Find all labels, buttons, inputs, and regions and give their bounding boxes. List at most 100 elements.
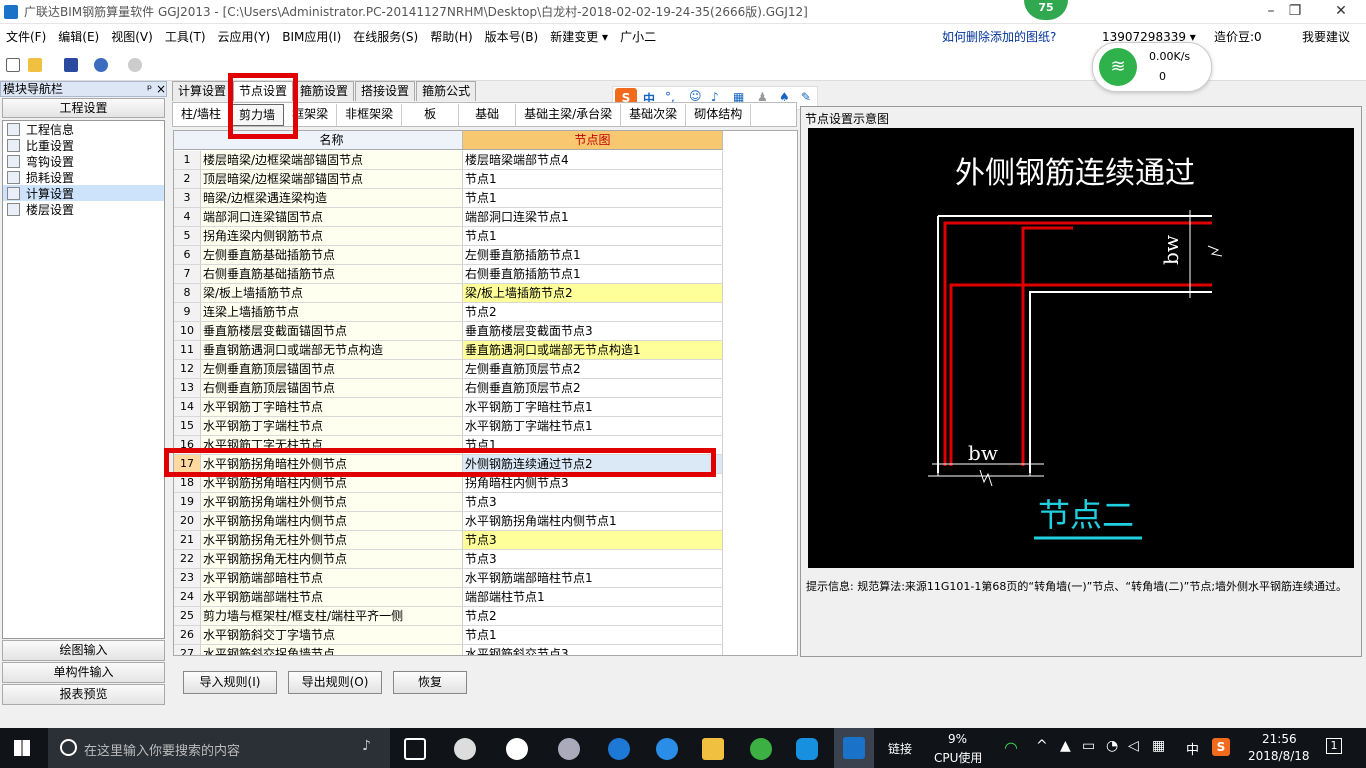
table-row[interactable]: 6 左侧垂直筋基础插筋节点 左侧垂直筋插筋节点1 <box>174 246 723 265</box>
tree-item-calc-settings[interactable]: 计算设置 <box>3 185 164 201</box>
row-node-cell[interactable]: 水平钢筋端部暗柱节点1 <box>463 569 723 587</box>
row-node-cell[interactable]: 垂直筋遇洞口或端部无节点构造1 <box>463 341 723 359</box>
tab-column-wallcolumn[interactable]: 柱/墙柱 <box>173 103 231 126</box>
row-node-cell[interactable]: 节点1 <box>463 227 723 245</box>
table-row[interactable]: 9 连梁上墙插筋节点 节点2 <box>174 303 723 322</box>
links-label[interactable]: 链接 <box>888 740 912 757</box>
row-node-cell[interactable]: 水平钢筋丁字暗柱节点1 <box>463 398 723 416</box>
row-node-cell[interactable]: 端部端柱节点1 <box>463 588 723 606</box>
row-node-cell[interactable]: 节点2 <box>463 607 723 625</box>
table-row[interactable]: 2 顶层暗梁/边框梁端部锚固节点 节点1 <box>174 170 723 189</box>
nav-report-preview[interactable]: 报表预览 <box>2 684 165 705</box>
keyboard-tray-icon[interactable]: ▦ <box>1152 738 1165 754</box>
row-node-cell[interactable]: 楼层暗梁端部节点4 <box>463 151 723 169</box>
network-widget[interactable]: ≋ 0.00K/s 0 <box>1092 42 1212 92</box>
tab-nonframe-beam[interactable]: 非框架梁 <box>337 103 403 126</box>
tab-foundation[interactable]: 基础 <box>459 103 517 126</box>
table-row[interactable]: 23 水平钢筋端部暗柱节点 水平钢筋端部暗柱节点1 <box>174 569 723 588</box>
menu-version[interactable]: 版本号(B) <box>479 24 545 51</box>
row-node-cell[interactable]: 水平钢筋丁字端柱节点1 <box>463 417 723 435</box>
close-button[interactable]: ✕ <box>1318 0 1364 24</box>
table-row[interactable]: 13 右侧垂直筋顶层锚固节点 右侧垂直筋顶层节点2 <box>174 379 723 398</box>
table-row[interactable]: 14 水平钢筋丁字暗柱节点 水平钢筋丁字暗柱节点1 <box>174 398 723 417</box>
section-project-settings[interactable]: 工程设置 <box>2 98 165 118</box>
row-node-cell[interactable]: 节点1 <box>463 189 723 207</box>
nav-single-component[interactable]: 单构件输入 <box>2 662 165 683</box>
wifi-tray-icon[interactable]: ◠ <box>1004 738 1018 757</box>
menu-view[interactable]: 视图(V) <box>105 24 159 51</box>
table-row[interactable]: 12 左侧垂直筋顶层锚固节点 左侧垂直筋顶层节点2 <box>174 360 723 379</box>
notification-bell-icon[interactable]: ▲ <box>1060 738 1071 754</box>
table-row[interactable]: 8 梁/板上墙插筋节点 梁/板上墙插筋节点2 <box>174 284 723 303</box>
volume-icon[interactable]: ◁ <box>1128 738 1139 754</box>
menu-edit[interactable]: 编辑(E) <box>52 24 105 51</box>
table-row[interactable]: 19 水平钢筋拐角端柱外侧节点 节点3 <box>174 493 723 512</box>
table-row[interactable]: 4 端部洞口连梁锚固节点 端部洞口连梁节点1 <box>174 208 723 227</box>
tab-lap-settings[interactable]: 搭接设置 <box>355 81 416 101</box>
row-node-cell[interactable]: 梁/板上墙插筋节点2 <box>463 284 723 302</box>
tab-stirrup-settings[interactable]: 箍筋设置 <box>294 81 355 101</box>
tree-item-hook[interactable]: 弯钩设置 <box>3 153 164 169</box>
save-icon[interactable] <box>64 58 78 72</box>
table-row[interactable]: 3 暗梁/边框梁遇连梁构造 节点1 <box>174 189 723 208</box>
table-row[interactable]: 1 楼层暗梁/边框梁端部锚固节点 楼层暗梁端部节点4 <box>174 151 723 170</box>
table-row[interactable]: 21 水平钢筋拐角无柱外侧节点 节点3 <box>174 531 723 550</box>
row-node-cell[interactable]: 端部洞口连梁节点1 <box>463 208 723 226</box>
tab-calc-settings[interactable]: 计算设置 <box>172 81 233 101</box>
tree-item-project-info[interactable]: 工程信息 <box>3 121 164 137</box>
menu-help[interactable]: 帮助(H) <box>424 24 478 51</box>
row-node-cell[interactable]: 节点3 <box>463 493 723 511</box>
glodon-app-icon[interactable] <box>796 738 818 760</box>
open-folder-icon[interactable] <box>28 58 42 72</box>
maximize-button[interactable]: ❐ <box>1272 0 1318 24</box>
table-row[interactable]: 27 水平钢筋斜交拐角墙节点 水平钢筋斜交节点3 <box>174 645 723 655</box>
row-node-cell[interactable]: 垂直筋楼层变截面节点3 <box>463 322 723 340</box>
suggest-button[interactable]: 我要建议 <box>1296 24 1356 51</box>
row-node-cell[interactable]: 水平钢筋拐角端柱内侧节点1 <box>463 512 723 530</box>
table-row[interactable]: 22 水平钢筋拐角无柱内侧节点 节点3 <box>174 550 723 569</box>
green-app-icon[interactable] <box>750 738 772 760</box>
menu-cloud[interactable]: 云应用(Y) <box>212 24 277 51</box>
sogou-tray-icon[interactable]: S <box>1212 738 1230 756</box>
edge-icon[interactable] <box>608 738 630 760</box>
clock-time[interactable]: 21:56 <box>1262 732 1297 746</box>
tab-foundation-main-beam[interactable]: 基础主梁/承台梁 <box>516 103 622 126</box>
help-link[interactable]: 如何删除添加的图纸? <box>936 24 1062 51</box>
tab-masonry[interactable]: 砌体结构 <box>686 103 752 126</box>
table-row[interactable]: 10 垂直筋楼层变截面锚固节点 垂直筋楼层变截面节点3 <box>174 322 723 341</box>
restore-button[interactable]: 恢复 <box>393 671 467 694</box>
clock-date[interactable]: 2018/8/18 <box>1248 749 1310 763</box>
ie-blue-icon[interactable] <box>656 738 678 760</box>
row-node-cell[interactable]: 左侧垂直筋顶层节点2 <box>463 360 723 378</box>
tree-item-loss[interactable]: 损耗设置 <box>3 169 164 185</box>
nav-drawing-input[interactable]: 绘图输入 <box>2 640 165 661</box>
tree-item-floor[interactable]: 楼层设置 <box>3 201 164 217</box>
row-node-cell[interactable]: 右侧垂直筋插筋节点1 <box>463 265 723 283</box>
row-node-cell[interactable]: 左侧垂直筋插筋节点1 <box>463 246 723 264</box>
row-node-cell[interactable]: 节点3 <box>463 531 723 549</box>
row-node-cell[interactable]: 节点2 <box>463 303 723 321</box>
table-row[interactable]: 15 水平钢筋丁字端柱节点 水平钢筋丁字端柱节点1 <box>174 417 723 436</box>
table-row[interactable]: 25 剪力墙与框架柱/框支柱/端柱平齐一侧 节点2 <box>174 607 723 626</box>
menu-online[interactable]: 在线服务(S) <box>347 24 424 51</box>
active-app-slot[interactable] <box>834 728 874 768</box>
table-row[interactable]: 5 拐角连梁内侧钢筋节点 节点1 <box>174 227 723 246</box>
microphone-icon[interactable]: ♪ <box>362 738 371 754</box>
action-center-icon[interactable]: 1 <box>1326 738 1342 754</box>
menu-new-change[interactable]: 新建变更 ▾ <box>544 24 614 51</box>
menu-file[interactable]: 文件(F) <box>0 24 52 51</box>
browser-icon[interactable] <box>558 738 580 760</box>
taskbar-search-box[interactable]: 在这里输入你要搜索的内容 ♪ <box>48 728 390 768</box>
windows-start-icon[interactable] <box>14 740 30 756</box>
table-row[interactable]: 26 水平钢筋斜交丁字墙节点 节点1 <box>174 626 723 645</box>
column-node-header[interactable]: 节点图 <box>463 131 723 149</box>
table-row[interactable]: 24 水平钢筋端部端柱节点 端部端柱节点1 <box>174 588 723 607</box>
menu-bim[interactable]: BIM应用(I) <box>276 24 347 51</box>
input-language[interactable]: 中 <box>1186 739 1199 758</box>
row-node-cell[interactable]: 节点1 <box>463 170 723 188</box>
table-row[interactable]: 11 垂直钢筋遇洞口或端部无节点构造 垂直筋遇洞口或端部无节点构造1 <box>174 341 723 360</box>
table-row[interactable]: 20 水平钢筋拐角端柱内侧节点 水平钢筋拐角端柱内侧节点1 <box>174 512 723 531</box>
table-row[interactable]: 7 右侧垂直筋基础插筋节点 右侧垂直筋插筋节点1 <box>174 265 723 284</box>
fan-app-icon[interactable] <box>454 738 476 760</box>
new-file-icon[interactable] <box>6 58 20 72</box>
